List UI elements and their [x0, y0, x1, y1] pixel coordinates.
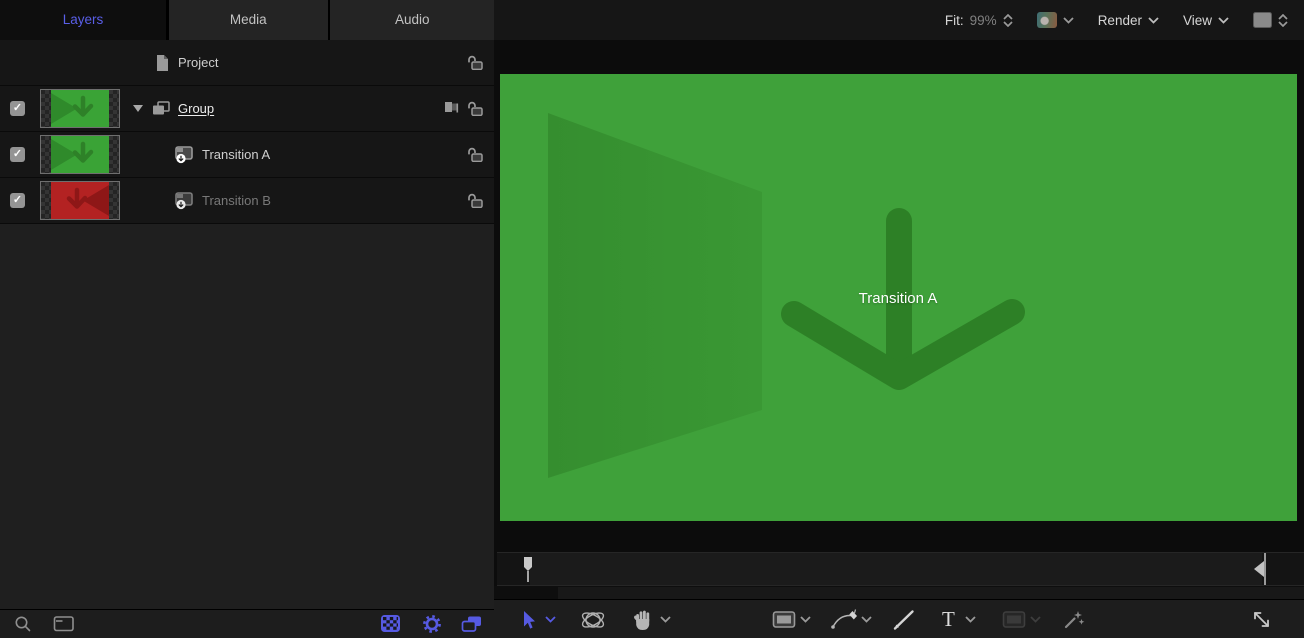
pane-layout-icon[interactable] [53, 615, 75, 638]
group-thumbnail [40, 89, 120, 128]
layers-panel: Layers Media Audio Project ✓ [0, 0, 494, 638]
transition-badge-icon [174, 146, 195, 169]
unlock-icon[interactable] [466, 54, 484, 75]
layer-row-project[interactable]: Project [0, 40, 494, 86]
render-label: Render [1098, 13, 1142, 28]
project-document-icon [155, 54, 170, 77]
chevron-down-icon [1063, 17, 1074, 24]
layers-list: Project ✓ Group [0, 40, 494, 224]
3d-transform-tool[interactable] [579, 600, 607, 638]
canvas-overlay-title: Transition A [828, 290, 968, 307]
layer-row-transition-a[interactable]: ✓ Transition A [0, 132, 494, 178]
paint-stroke-tool[interactable] [892, 600, 916, 638]
adjust-item-wand-icon[interactable] [1062, 600, 1086, 638]
tab-media[interactable]: Media [168, 0, 329, 40]
zoom-value: 99% [970, 13, 997, 28]
viewer-toolbar: Fit: 99% Render View [494, 0, 1304, 40]
group-checkbox[interactable]: ✓ [10, 101, 25, 116]
end-marker-icon[interactable] [1252, 560, 1265, 583]
search-icon[interactable] [14, 615, 33, 638]
pan-hand-tool[interactable] [632, 600, 654, 638]
layer-name-transition-b: Transition B [202, 178, 271, 223]
unlock-icon[interactable] [466, 192, 484, 213]
timeline-range[interactable] [530, 553, 1262, 585]
unlock-icon[interactable] [466, 100, 484, 121]
transition-b-checkbox[interactable]: ✓ [10, 193, 25, 208]
transition-badge-icon [174, 192, 195, 215]
pen-tool-chevron-icon[interactable] [861, 600, 872, 638]
view-label: View [1183, 13, 1212, 28]
unlock-icon[interactable] [466, 146, 484, 167]
text-tool-chevron-icon[interactable] [965, 600, 976, 638]
render-settings-gear-icon[interactable] [422, 614, 442, 638]
pan-tool-chevron-icon[interactable] [660, 600, 671, 638]
blend-mode-icon[interactable] [443, 100, 460, 121]
color-channel-icon [1037, 12, 1057, 28]
display-option-control[interactable] [1253, 12, 1288, 28]
zoom-stepper[interactable] [1003, 14, 1013, 27]
motion-app-window: Layers Media Audio Project ✓ [0, 0, 1304, 638]
layer-name-project: Project [178, 40, 218, 85]
chevron-down-icon [1218, 17, 1229, 24]
select-transform-tool[interactable] [520, 600, 537, 638]
view-menu[interactable]: View [1183, 13, 1229, 28]
canvas-tools-bar: T [494, 599, 1304, 638]
chevron-down-icon [1148, 17, 1159, 24]
transparency-checkerboard-icon[interactable] [381, 615, 400, 637]
render-menu[interactable]: Render [1098, 13, 1159, 28]
group-icon [152, 101, 171, 122]
layer-row-transition-b[interactable]: ✓ Transition B [0, 178, 494, 224]
panel-tab-bar: Layers Media Audio [0, 0, 494, 40]
transition-a-thumbnail [40, 135, 120, 174]
layers-panel-footer [0, 609, 494, 638]
tab-audio[interactable]: Audio [329, 0, 496, 40]
shape-tool-chevron-icon[interactable] [800, 600, 811, 638]
show-panes-icon[interactable] [461, 615, 483, 638]
bezier-pen-tool[interactable] [830, 600, 860, 638]
transition-b-thumbnail [40, 181, 120, 220]
mask-tool-chevron-icon [1030, 600, 1041, 638]
timeline-scroller[interactable] [494, 586, 1304, 599]
select-tool-chevron-icon[interactable] [545, 600, 556, 638]
text-tool[interactable]: T [942, 600, 955, 638]
gray-swatch-icon [1253, 12, 1272, 28]
mini-timeline[interactable] [497, 552, 1304, 586]
layer-name-transition-a: Transition A [202, 132, 270, 177]
layer-row-group[interactable]: ✓ Group [0, 86, 494, 132]
rectangle-shape-tool[interactable] [772, 600, 796, 638]
zoom-fit-control[interactable]: Fit: 99% [945, 13, 1013, 28]
channels-control[interactable] [1037, 12, 1074, 28]
layer-name-group: Group [178, 86, 214, 131]
transition-a-checkbox[interactable]: ✓ [10, 147, 25, 162]
tab-layers[interactable]: Layers [0, 0, 166, 40]
display-stepper[interactable] [1278, 14, 1288, 27]
fit-label: Fit: [945, 13, 964, 28]
mask-shape-tool-disabled [1002, 600, 1026, 638]
playhead-marker[interactable] [521, 556, 534, 588]
disclosure-triangle-icon[interactable] [133, 105, 143, 112]
expand-viewer-icon[interactable] [1250, 600, 1273, 638]
